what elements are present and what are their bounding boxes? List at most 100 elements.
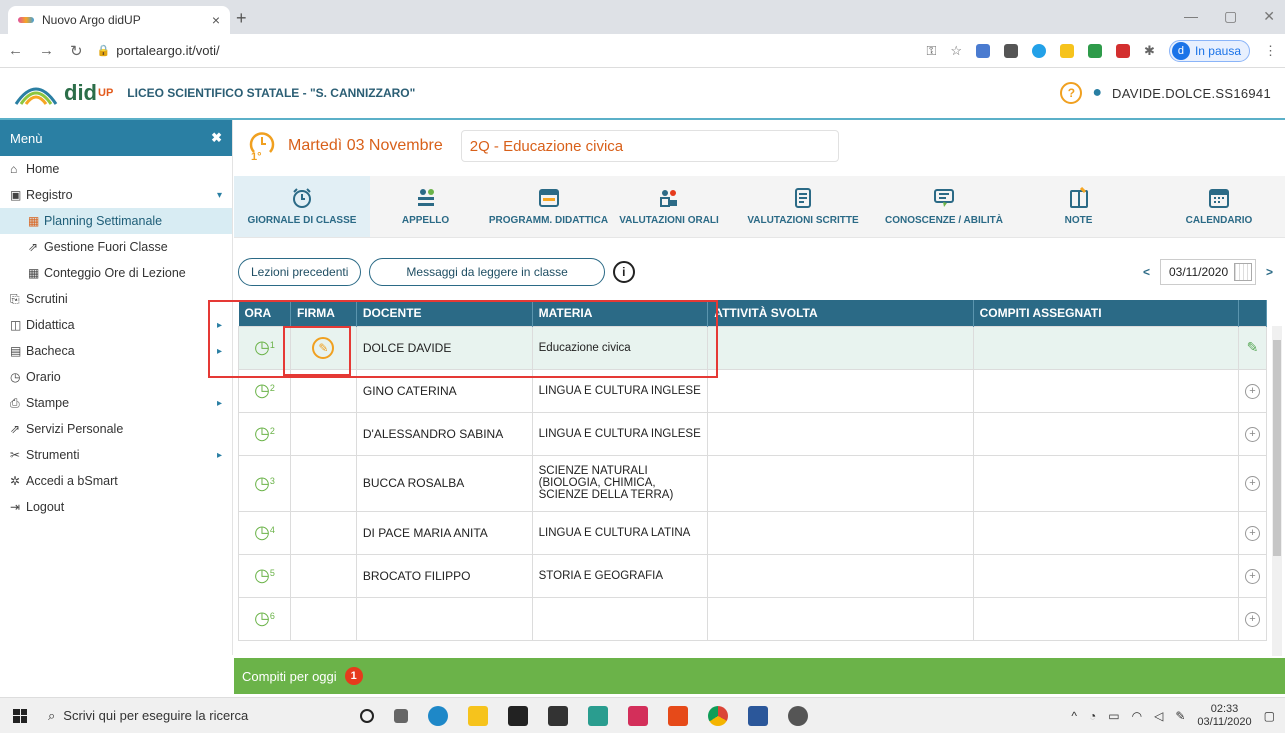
maximize-icon[interactable]: ▢ — [1224, 8, 1237, 25]
extension-icon[interactable] — [1004, 43, 1019, 58]
action-cell[interactable]: + — [1237, 411, 1268, 456]
url-field[interactable]: 🔒 portaleargo.it/voti/ — [97, 43, 220, 58]
sidebar-item-strumenti[interactable]: ✂ Strumenti ▸ — [0, 442, 232, 468]
sidebar-item-registro[interactable]: ▣ Registro ▾ — [0, 182, 232, 208]
compiti-cell[interactable] — [972, 454, 1239, 512]
sidebar-item-servizi[interactable]: ⇗ Servizi Personale — [0, 416, 232, 442]
extension-icon[interactable] — [976, 43, 991, 58]
table-row[interactable]: ◷2 GINO CATERINA LINGUA E CULTURA INGLES… — [238, 368, 1268, 413]
lync-icon[interactable] — [588, 705, 608, 726]
attivita-cell[interactable] — [707, 368, 974, 413]
tab-valutazioni-orali[interactable]: VALUTAZIONI ORALI — [616, 176, 722, 237]
mail-icon[interactable] — [548, 705, 568, 726]
firma-cell[interactable] — [289, 553, 357, 598]
attivita-cell[interactable] — [707, 510, 974, 555]
firma-cell[interactable] — [289, 368, 357, 413]
volume-icon[interactable]: ◁ — [1154, 709, 1163, 723]
word-icon[interactable] — [748, 705, 768, 726]
tab-valutazioni-scritte[interactable]: VALUTAZIONI SCRITTE — [722, 176, 884, 237]
browser-tab[interactable]: Nuovo Argo didUP × — [8, 6, 230, 34]
table-row[interactable]: ◷6 + — [238, 596, 1268, 641]
taskbar-clock[interactable]: 02:33 03/11/2020 — [1197, 703, 1251, 729]
tray-chevron-icon[interactable]: ^ — [1071, 709, 1077, 723]
action-cell[interactable]: + — [1237, 596, 1268, 641]
wifi-icon[interactable]: ◠ — [1132, 709, 1142, 723]
add-circle-icon[interactable]: + — [1244, 525, 1260, 541]
new-tab-button[interactable]: + — [236, 8, 247, 29]
store-icon[interactable] — [508, 705, 528, 726]
firma-cell[interactable]: ✎ — [289, 325, 357, 370]
pocket-icon[interactable] — [628, 705, 648, 726]
compiti-cell[interactable] — [972, 596, 1239, 641]
tab-conoscenze-abilita[interactable]: CONOSCENZE / ABILITÀ — [884, 176, 1004, 237]
firma-cell[interactable] — [289, 411, 357, 456]
compiti-cell[interactable] — [972, 510, 1239, 555]
action-cell[interactable]: ✎ — [1237, 325, 1268, 370]
tab-appello[interactable]: APPELLO — [370, 176, 481, 237]
extension-icon[interactable] — [1032, 43, 1047, 58]
back-icon[interactable]: ← — [8, 42, 23, 60]
add-circle-icon[interactable]: + — [1244, 568, 1260, 584]
sidebar-item-home[interactable]: ⌂ Home — [0, 156, 232, 182]
action-cell[interactable]: + — [1237, 368, 1268, 413]
table-row[interactable]: ◷1 ✎ DOLCE DAVIDE Educazione civica ✎ — [238, 325, 1268, 370]
help-icon[interactable]: ? — [1060, 82, 1083, 104]
chrome-icon[interactable] — [708, 705, 728, 726]
cortana-icon[interactable] — [360, 708, 374, 723]
sidebar-item-stampe[interactable]: ⎙ Stampe ▸ — [0, 390, 232, 416]
compiti-cell[interactable] — [972, 553, 1239, 598]
compiti-cell[interactable] — [972, 411, 1239, 456]
add-circle-icon[interactable]: + — [1244, 426, 1260, 442]
add-circle-icon[interactable]: + — [1244, 611, 1260, 627]
tab-calendario[interactable]: CALENDARIO — [1153, 176, 1285, 237]
minimize-icon[interactable]: — — [1184, 8, 1198, 25]
table-row[interactable]: ◷2 D'ALESSANDRO SABINA LINGUA E CULTURA … — [238, 411, 1268, 456]
sidebar-item-scrutini[interactable]: ⎘ Scrutini — [0, 286, 232, 312]
close-window-icon[interactable]: ✕ — [1263, 8, 1275, 25]
tab-programm-didattica[interactable]: PROGRAMM. DIDATTICA — [481, 176, 616, 237]
reload-icon[interactable]: ↻ — [70, 42, 83, 60]
task-view-icon[interactable] — [394, 708, 408, 723]
action-cell[interactable]: + — [1237, 510, 1268, 555]
attivita-cell[interactable] — [707, 325, 974, 370]
star-icon[interactable]: ☆ — [950, 43, 962, 59]
sidebar-item-logout[interactable]: ⇥ Logout — [0, 494, 232, 520]
didup-logo[interactable]: did UP — [14, 80, 113, 106]
lezioni-precedenti-button[interactable]: Lezioni precedenti — [238, 258, 362, 286]
scrollbar-thumb[interactable] — [1273, 340, 1281, 556]
compiti-cell[interactable] — [972, 325, 1239, 370]
sidebar-close-icon[interactable]: ✖ — [211, 130, 222, 146]
start-button[interactable] — [0, 708, 40, 723]
puzzle-icon[interactable]: ✱ — [1144, 43, 1155, 59]
profile-button[interactable]: d In pausa — [1168, 39, 1250, 62]
firma-cell[interactable] — [289, 510, 357, 555]
sidebar-item-orario[interactable]: ◷ Orario — [0, 364, 232, 390]
table-row[interactable]: ◷3 BUCCA ROSALBA SCIENZE NATURALI (BIOLO… — [238, 454, 1268, 512]
cloud-app-icon[interactable] — [788, 705, 808, 726]
messaggi-button[interactable]: Messaggi da leggere in classe — [369, 258, 605, 286]
date-input[interactable]: 03/11/2020 — [1159, 259, 1256, 285]
attivita-cell[interactable] — [707, 553, 974, 598]
pen-icon[interactable]: ✎ — [1175, 709, 1185, 723]
prev-day-button[interactable]: < — [1143, 265, 1150, 279]
extension-icon[interactable] — [1116, 43, 1131, 58]
network-icon[interactable]: ◔ — [1089, 709, 1096, 723]
next-day-button[interactable]: > — [1266, 265, 1273, 279]
sidebar-item-didattica[interactable]: ◫ Didattica ▸ — [0, 312, 232, 338]
office-icon[interactable] — [668, 705, 688, 726]
sidebar-item-conteggio[interactable]: ▦ Conteggio Ore di Lezione — [0, 260, 232, 286]
edge-icon[interactable] — [428, 705, 448, 726]
taskbar-search[interactable]: ⌕ Scrivi qui per eseguire la ricerca — [40, 708, 320, 724]
edit-pencil-icon[interactable]: ✎ — [1247, 339, 1259, 355]
extension-icon[interactable] — [1088, 43, 1103, 58]
firma-cell[interactable] — [289, 454, 357, 512]
table-row[interactable]: ◷5 BROCATO FILIPPO STORIA E GEOGRAFIA + — [238, 553, 1268, 598]
sidebar-item-bacheca[interactable]: ▤ Bacheca ▸ — [0, 338, 232, 364]
table-row[interactable]: ◷4 DI PACE MARIA ANITA LINGUA E CULTURA … — [238, 510, 1268, 555]
action-cell[interactable]: + — [1237, 553, 1268, 598]
sidebar-item-bsmart[interactable]: ✲ Accedi a bSmart — [0, 468, 232, 494]
add-circle-icon[interactable]: + — [1244, 476, 1260, 491]
calendar-picker-icon[interactable] — [1234, 263, 1253, 281]
class-field[interactable]: 2Q - Educazione civica — [460, 130, 839, 162]
battery-icon[interactable]: ▭ — [1108, 709, 1119, 723]
